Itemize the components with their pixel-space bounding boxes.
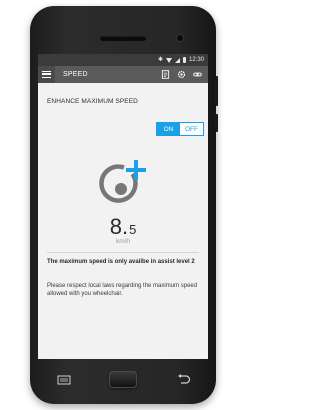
- speed-boost-plus-icon: [99, 160, 146, 203]
- back-arrow-icon[interactable]: [177, 374, 191, 385]
- recent-apps-icon[interactable]: [57, 375, 71, 385]
- info-card-icon[interactable]: [160, 70, 170, 80]
- toggle-off-option[interactable]: OFF: [180, 123, 203, 135]
- power-button: [215, 114, 218, 132]
- divider: [47, 252, 199, 253]
- speed-value-integer: 8.: [109, 214, 129, 239]
- wifi-icon: [165, 57, 172, 63]
- speed-value-decimal: 5: [129, 222, 137, 237]
- bluetooth-icon: ✱: [157, 57, 163, 63]
- assist-level-note: The maximum speed is only availbe in ass…: [47, 259, 195, 265]
- battery-icon: [182, 57, 186, 63]
- hamburger-menu-icon: [42, 71, 51, 78]
- phone-screen: ✱ 12:30 SPEED ENHANCE MAXIMUM SPEED ON O…: [38, 54, 208, 359]
- link-icon[interactable]: [192, 70, 202, 80]
- signal-icon: [174, 57, 180, 63]
- page-title: SPEED: [63, 71, 88, 78]
- volume-button: [215, 76, 218, 106]
- status-time: 12:30: [188, 57, 204, 63]
- settings-gear-icon[interactable]: [176, 70, 186, 80]
- hardware-nav-bar: [30, 361, 216, 401]
- toggle-on-option[interactable]: ON: [157, 123, 180, 135]
- status-bar: ✱ 12:30: [38, 54, 208, 66]
- local-laws-note: Please respect local laws regarding the …: [47, 283, 198, 298]
- speed-settings-panel: ENHANCE MAXIMUM SPEED ON OFF 8.5 km/h Th…: [38, 83, 208, 359]
- app-bar: SPEED: [38, 66, 208, 83]
- section-title: ENHANCE MAXIMUM SPEED: [47, 98, 138, 105]
- speed-unit: km/h: [115, 238, 131, 245]
- phone-device: ✱ 12:30 SPEED ENHANCE MAXIMUM SPEED ON O…: [30, 6, 218, 404]
- enhance-speed-toggle[interactable]: ON OFF: [156, 122, 204, 136]
- earpiece-speaker: [100, 36, 146, 41]
- home-button[interactable]: [109, 371, 137, 388]
- front-camera: [176, 34, 184, 42]
- speed-value: 8.5: [38, 214, 208, 240]
- menu-button[interactable]: [38, 66, 55, 83]
